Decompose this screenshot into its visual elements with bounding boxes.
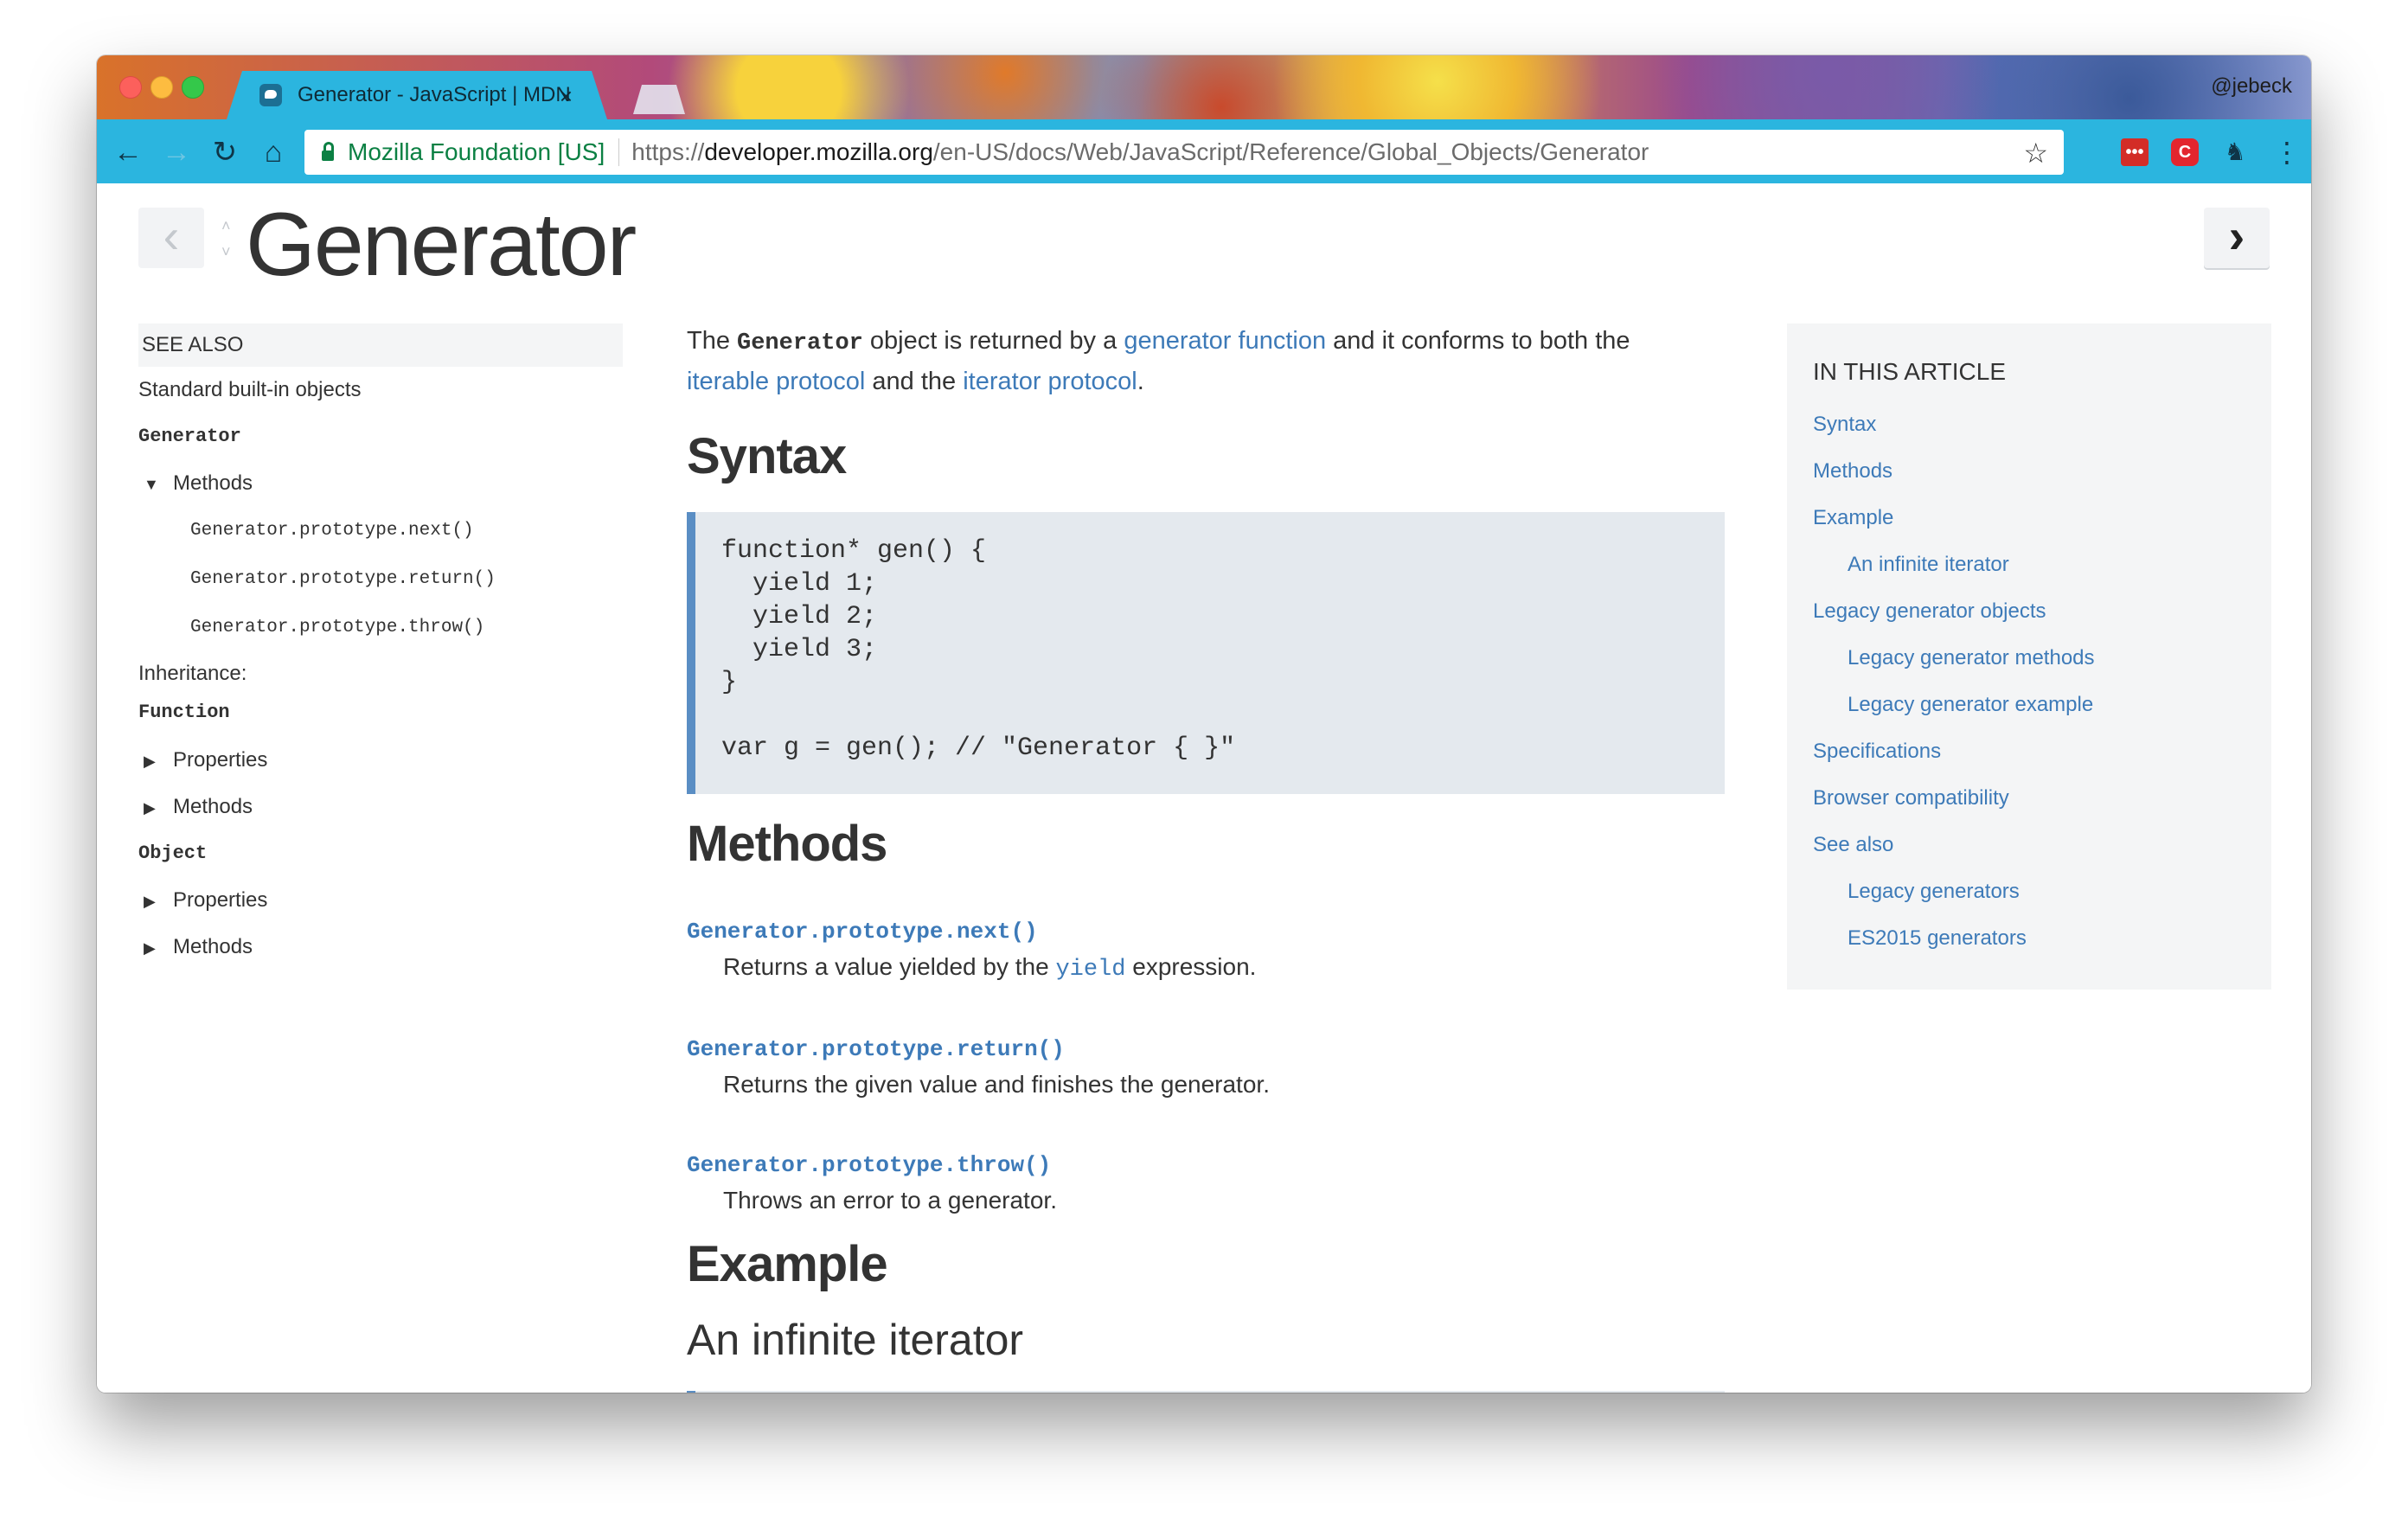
article-body: The Generator object is returned by a ge… — [687, 322, 1725, 1393]
methods-heading: Methods — [687, 816, 887, 872]
toc-link-see-also[interactable]: See also — [1813, 822, 2271, 868]
method-entry-next: Generator.prototype.next() Returns a val… — [687, 919, 1256, 983]
next-page-button[interactable]: › — [2204, 208, 2270, 268]
sidebar-method-return[interactable]: Generator.prototype.return() — [138, 555, 623, 604]
url-scheme: https:// — [631, 138, 705, 165]
reload-icon[interactable]: ↻ — [208, 135, 242, 170]
sidebar-link-standard-objects[interactable]: Standard built-in objects — [138, 367, 623, 413]
toc-link-legacy-generator-example[interactable]: Legacy generator example — [1813, 682, 2271, 728]
infinite-iterator-heading: An infinite iterator — [687, 1316, 1024, 1364]
triangle-right-icon: ▶ — [144, 753, 156, 770]
toc-link-browser-compatibility[interactable]: Browser compatibility — [1813, 775, 2271, 822]
method-entry-return: Generator.prototype.return() Returns the… — [687, 1036, 1270, 1099]
url-path: /en-US/docs/Web/JavaScript/Reference/Glo… — [932, 138, 1649, 165]
syntax-code: function* gen() { yield 1; yield 2; yiel… — [721, 536, 1236, 763]
triangle-right-icon: ▶ — [144, 799, 156, 817]
in-this-article-toc: IN THIS ARTICLE Syntax Methods Example A… — [1787, 323, 2271, 990]
sidebar-object-methods-toggle[interactable]: ▶ Methods — [138, 924, 623, 970]
toc-link-legacy-generator-objects[interactable]: Legacy generator objects — [1813, 588, 2271, 635]
sidebar-function-properties-toggle[interactable]: ▶ Properties — [138, 737, 623, 784]
mdn-favicon-icon — [259, 84, 282, 106]
sidebar-method-throw[interactable]: Generator.prototype.throw() — [138, 604, 623, 652]
sidebar-methods-toggle[interactable]: ▼ Methods — [138, 460, 623, 507]
method-next-description: Returns a value yielded by the yield exp… — [723, 953, 1257, 983]
toc-link-legacy-generators[interactable]: Legacy generators — [1813, 868, 2271, 915]
lock-icon — [322, 142, 334, 161]
sidebar-function-link[interactable]: Function — [138, 695, 623, 737]
minimize-window-button[interactable] — [150, 76, 173, 99]
updown-arrows-icon: ˄ ˅ — [221, 213, 231, 265]
browser-toolbar: ← → ↻ ⌂ Mozilla Foundation [US] https://… — [97, 119, 2311, 184]
page-title: Generator — [246, 195, 637, 295]
toc-link-methods[interactable]: Methods — [1813, 448, 2271, 495]
syntax-code-block: function* gen() { yield 1; yield 2; yiel… — [687, 512, 1725, 794]
toc-link-infinite-iterator[interactable]: An infinite iterator — [1813, 541, 2271, 588]
toc-heading: IN THIS ARTICLE — [1813, 358, 2007, 385]
url-host: developer.mozilla.org — [704, 138, 933, 165]
intro-paragraph: The Generator object is returned by a ge… — [687, 327, 1630, 395]
sidebar-heading: SEE ALSO — [138, 323, 623, 367]
toc-link-es2015-generators[interactable]: ES2015 generators — [1813, 915, 2271, 962]
profile-name[interactable]: @jebeck — [2211, 74, 2292, 99]
page-content: ‹ ˄ ˅ Generator › SEE ALSO Standard buil… — [97, 183, 2311, 1393]
up-arrow-icon: ˄ — [221, 217, 231, 234]
yield-link[interactable]: yield — [1055, 957, 1125, 983]
sidebar-function-methods-toggle[interactable]: ▶ Methods — [138, 784, 623, 830]
sidebar-object-properties-toggle[interactable]: ▶ Properties — [138, 877, 623, 924]
evernote-extension-icon[interactable]: ♞ — [2221, 138, 2249, 166]
previous-page-button[interactable]: ‹ — [138, 208, 204, 268]
home-icon[interactable]: ⌂ — [256, 135, 291, 170]
site-identity-label[interactable]: Mozilla Foundation [US] — [348, 138, 620, 166]
see-also-sidebar: SEE ALSO Standard built-in objects Gener… — [138, 323, 623, 970]
down-arrow-icon: ˅ — [221, 243, 231, 260]
toc-link-example[interactable]: Example — [1813, 495, 2271, 541]
iterator-protocol-link[interactable]: iterator protocol — [963, 368, 1137, 395]
sidebar-object-link[interactable]: Object — [138, 830, 623, 877]
forward-arrow-icon[interactable]: → — [159, 135, 194, 170]
triangle-down-icon: ▼ — [144, 476, 159, 493]
browser-window: Generator - JavaScript | MDN × @jebeck ←… — [97, 55, 2311, 1393]
method-next-link[interactable]: Generator.prototype.next() — [687, 919, 1256, 945]
tab-close-icon[interactable]: × — [560, 83, 573, 110]
method-return-link[interactable]: Generator.prototype.return() — [687, 1036, 1270, 1062]
address-bar[interactable]: Mozilla Foundation [US] https://develope… — [304, 130, 2064, 175]
back-arrow-icon[interactable]: ← — [111, 135, 145, 170]
c-extension-icon[interactable]: C — [2171, 138, 2199, 166]
example-code-block — [687, 1391, 1725, 1393]
toc-link-syntax[interactable]: Syntax — [1813, 401, 2271, 448]
method-entry-throw: Generator.prototype.throw() Throws an er… — [687, 1152, 1057, 1214]
tab-strip: Generator - JavaScript | MDN × @jebeck — [97, 55, 2311, 119]
toc-link-legacy-generator-methods[interactable]: Legacy generator methods — [1813, 635, 2271, 682]
triangle-right-icon: ▶ — [144, 939, 156, 957]
iterable-protocol-link[interactable]: iterable protocol — [687, 368, 865, 395]
close-window-button[interactable] — [119, 76, 142, 99]
bookmark-star-icon[interactable]: ☆ — [2023, 137, 2048, 170]
sidebar-method-next[interactable]: Generator.prototype.next() — [138, 507, 623, 555]
sidebar-inheritance-label: Inheritance: — [138, 662, 247, 685]
inline-code: Generator — [737, 330, 863, 356]
new-tab-button[interactable] — [633, 85, 685, 114]
lastpass-extension-icon[interactable]: ••• — [2121, 138, 2149, 166]
toc-link-specifications[interactable]: Specifications — [1813, 728, 2271, 775]
tab-active[interactable]: Generator - JavaScript | MDN × — [227, 71, 607, 119]
generator-function-link[interactable]: generator function — [1124, 327, 1326, 355]
syntax-heading: Syntax — [687, 428, 847, 484]
triangle-right-icon: ▶ — [144, 893, 156, 910]
example-heading: Example — [687, 1236, 888, 1292]
method-throw-description: Throws an error to a generator. — [723, 1187, 1057, 1214]
maximize-window-button[interactable] — [182, 76, 204, 99]
sidebar-current-generator[interactable]: Generator — [138, 413, 623, 460]
tab-title: Generator - JavaScript | MDN — [298, 83, 571, 106]
browser-menu-icon[interactable]: ⋮ — [2273, 135, 2301, 170]
method-return-description: Returns the given value and finishes the… — [723, 1071, 1270, 1098]
method-throw-link[interactable]: Generator.prototype.throw() — [687, 1152, 1057, 1178]
